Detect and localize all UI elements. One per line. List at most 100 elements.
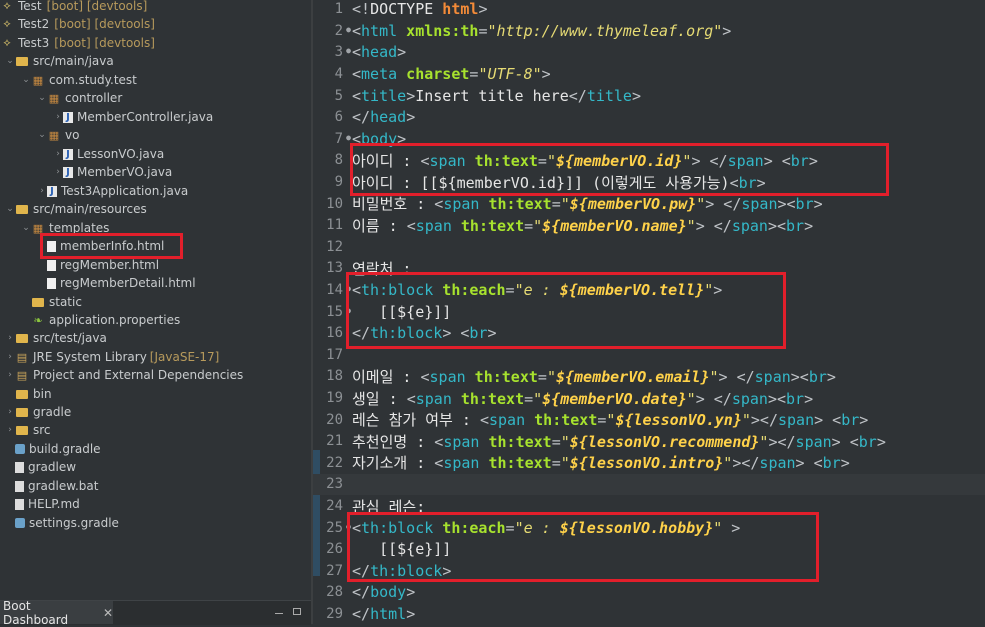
code-token: DOCTYPE [370, 0, 434, 19]
code-token: 생일 : [352, 389, 407, 408]
code-line[interactable]: 29 </html> [313, 603, 985, 625]
code-token: </ [352, 108, 371, 127]
tree-item-help-md[interactable]: HELP.md [0, 495, 311, 513]
tree-item-membervo[interactable]: › J MemberVO.java [0, 163, 311, 181]
tree-item-regmemberdetail[interactable]: regMemberDetail.html [0, 274, 311, 292]
code-token: < [352, 43, 362, 62]
chevron-right-icon[interactable]: › [5, 352, 15, 362]
tree-item-package[interactable]: ⌄ com.study.test [0, 71, 311, 89]
tree-item-src-main-resources[interactable]: ⌄ src/main/resources [0, 200, 311, 218]
tree-item-label: vo [65, 128, 80, 142]
tree-item-vo[interactable]: ⌄ vo [0, 126, 311, 144]
code-token: ></ [732, 454, 760, 473]
chevron-down-icon[interactable]: ⌄ [21, 223, 31, 233]
tree-item-build-gradle[interactable]: build.gradle [0, 440, 311, 458]
tree-item-test2[interactable]: Test2 [boot] [devtools] [0, 15, 311, 33]
code-text: 이메일 : <span th:text="${memberVO.email}">… [352, 366, 836, 387]
code-token: > </ [718, 367, 755, 386]
package-explorer: Test [boot] [devtools] Test2 [boot] [dev… [0, 0, 311, 600]
code-line[interactable]: 23 [313, 473, 985, 496]
line-number: 9 [334, 174, 343, 191]
line-number: 26 [326, 541, 343, 558]
folder-icon [15, 424, 29, 436]
code-text: </body> [352, 583, 415, 601]
tree-item-label: bin [33, 387, 52, 401]
code-line[interactable]: 3 ● <head> [313, 42, 985, 64]
code-token: th:text [479, 195, 552, 214]
code-line[interactable]: 1 <!DOCTYPE html> [313, 0, 985, 20]
tree-item-controller[interactable]: ⌄ controller [0, 89, 311, 107]
code-line[interactable]: 5 <title>Insert title here</title> [313, 85, 985, 107]
chevron-right-icon[interactable]: › [37, 186, 47, 196]
code-line[interactable]: 22 자기소개 : <span th:text="${lessonVO.intro… [313, 452, 985, 474]
code-token: " [723, 454, 733, 473]
code-token: < [406, 216, 416, 235]
code-token: <! [352, 0, 371, 19]
code-token: th:text [525, 411, 598, 430]
tree-item-test3application[interactable]: › J Test3Application.java [0, 182, 311, 200]
tree-item-test3[interactable]: Test3 [boot] [devtools] [0, 34, 311, 52]
tree-item-static[interactable]: static [0, 293, 311, 311]
line-number: 15 ● [326, 303, 351, 320]
tree-item-member-controller[interactable]: › J MemberController.java [0, 108, 311, 126]
source-folder-icon [15, 55, 29, 67]
chevron-right-icon[interactable]: › [53, 112, 63, 122]
code-token: " [741, 411, 751, 430]
code-line[interactable]: 18 이메일 : <span th:text="${memberVO.email}… [313, 366, 985, 388]
fold-dot-icon[interactable]: ● [346, 133, 351, 142]
tree-item-jre-library[interactable]: › JRE System Library [JavaSE-17] [0, 348, 311, 366]
chevron-down-icon[interactable]: ⌄ [5, 56, 15, 66]
chevron-right-icon[interactable]: › [5, 370, 15, 380]
code-token: > [859, 411, 869, 430]
tree-item-gradlew-bat[interactable]: gradlew.bat [0, 477, 311, 495]
tree-item-settings-gradle[interactable]: settings.gradle [0, 514, 311, 532]
maximize-icon[interactable] [293, 608, 301, 615]
tree-item-lessonvo[interactable]: › J LessonVO.java [0, 145, 311, 163]
fold-dot-icon[interactable]: ● [346, 46, 351, 55]
tree-item-application-properties[interactable]: application.properties [0, 311, 311, 329]
code-line[interactable]: 19 생일 : <span th:text="${memberVO.date}">… [313, 387, 985, 409]
code-line[interactable]: 10 비밀번호 : <span th:text="${memberVO.pw}">… [313, 193, 985, 215]
tree-item-src[interactable]: › src [0, 421, 311, 439]
tree-item-bin[interactable]: bin [0, 385, 311, 403]
tree-item-src-test-java[interactable]: › src/test/java [0, 329, 311, 347]
fold-dot-icon[interactable]: ● [346, 25, 351, 34]
line-number: 7 ● [334, 130, 351, 147]
code-token: span [731, 389, 768, 408]
code-line[interactable]: 12 [313, 236, 985, 258]
code-line[interactable]: 2 ● <html xmlns:th="http://www.thymeleaf.o… [313, 20, 985, 42]
code-line[interactable]: 21 추천인명 : <span th:text="${lessonVO.recom… [313, 431, 985, 453]
line-number: 5 [334, 87, 343, 104]
code-line[interactable]: 20 레슨 참가 여부 : <span th:text="${lessonVO.y… [313, 409, 985, 431]
close-icon[interactable]: ✕ [103, 606, 113, 620]
tree-item-test[interactable]: Test [boot] [devtools] [0, 0, 311, 15]
folder-icon [15, 388, 29, 400]
code-line[interactable]: 28 </body> [313, 582, 985, 604]
tree-item-dependencies[interactable]: › Project and External Dependencies [0, 366, 311, 384]
chevron-right-icon[interactable]: › [53, 149, 63, 159]
chevron-right-icon[interactable]: › [53, 167, 63, 177]
minimize-icon[interactable] [275, 613, 283, 615]
code-line[interactable]: 4 <meta charset="UTF-8"> [313, 63, 985, 85]
tree-item-gradle[interactable]: › gradle [0, 403, 311, 421]
tab-boot-dashboard[interactable]: Boot Dashboard ✕ [0, 599, 113, 627]
chevron-down-icon[interactable]: ⌄ [5, 204, 15, 214]
code-token: </ [352, 583, 371, 602]
chevron-right-icon[interactable]: › [5, 425, 15, 435]
chevron-down-icon[interactable]: ⌄ [37, 130, 47, 140]
java-file-icon: J [63, 166, 73, 178]
chevron-down-icon[interactable]: ⌄ [21, 75, 31, 85]
file-icon [15, 480, 24, 492]
chevron-down-icon[interactable]: ⌄ [37, 93, 47, 103]
code-editor[interactable]: 1 <!DOCTYPE html> 2 ● <html xmlns:th="http:/… [313, 0, 985, 624]
chevron-right-icon[interactable]: › [5, 407, 15, 417]
chevron-right-icon[interactable]: › [5, 333, 15, 343]
highlight-box-lines-8-9 [350, 143, 889, 196]
tree-item-label: build.gradle [29, 442, 101, 456]
code-line[interactable]: 6 </head> [313, 107, 985, 129]
html-file-icon [47, 259, 56, 271]
code-line[interactable]: 11 이름 : <span th:text="${memberVO.name}">… [313, 215, 985, 237]
tree-item-gradlew[interactable]: gradlew [0, 458, 311, 476]
code-token: span [443, 454, 480, 473]
tree-item-src-main-java[interactable]: ⌄ src/main/java [0, 52, 311, 70]
